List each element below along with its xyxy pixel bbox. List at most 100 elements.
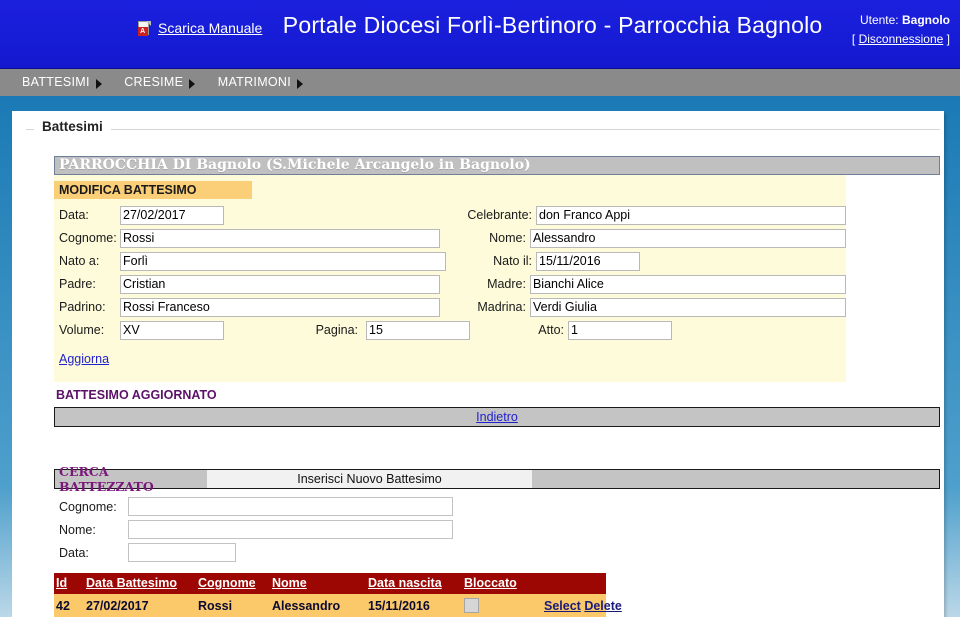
menu-item-battesimi[interactable]: BATTESIMI: [14, 69, 112, 96]
column-header-actions: [542, 573, 606, 594]
search-label-cognome: Cognome:: [59, 499, 117, 514]
label-nato-a: Nato a:: [59, 254, 100, 268]
label-madre: Madre:: [487, 277, 526, 291]
menu-item-cresime-label: CRESIME: [124, 75, 184, 89]
input-volume[interactable]: [120, 320, 224, 340]
form-row-genitori: Padre: Madre:: [54, 273, 846, 295]
column-header-cognome[interactable]: Cognome: [196, 573, 270, 594]
cell-nome: Alessandro: [270, 594, 366, 617]
menu-item-battesimi-label: BATTESIMI: [22, 75, 90, 89]
table-header-row: Id Data Battesimo Cognome Nome Data nasc…: [54, 573, 606, 594]
form-row-cognome-nome: Cognome: Nome:: [54, 227, 846, 249]
fieldset-body: PARROCCHIA DI Bagnolo (S.Michele Arcange…: [26, 130, 940, 617]
label-padrino: Padrino:: [59, 300, 106, 314]
label-data: Data:: [59, 208, 89, 222]
search-label-nome: Nome:: [59, 522, 96, 537]
form-row-volume: Volume: Pagina: Atto:: [54, 319, 846, 341]
input-nome[interactable]: [529, 228, 846, 248]
back-bar: Indietro: [54, 407, 940, 427]
search-label-data: Data:: [59, 545, 89, 560]
label-pagina: Pagina:: [315, 323, 358, 337]
cell-data-battesimo: 27/02/2017: [84, 594, 196, 617]
table-row: 42 27/02/2017 Rossi Alessandro 15/11/201…: [54, 594, 622, 617]
column-header-nome[interactable]: Nome: [270, 573, 366, 594]
form-row-data: Data: Celebrante:: [54, 204, 846, 226]
cell-actions: Select Delete: [542, 594, 622, 617]
chevron-right-icon: [189, 79, 196, 89]
column-header-data-nascita[interactable]: Data nascita: [366, 573, 462, 594]
menu-item-matrimoni-label: MATRIMONI: [217, 75, 292, 89]
input-data[interactable]: [120, 205, 224, 225]
label-atto: Atto:: [538, 323, 564, 337]
delete-link[interactable]: Delete: [584, 599, 622, 613]
input-padrino[interactable]: [120, 297, 440, 317]
main-navigation-bar: BATTESIMI CRESIME MATRIMONI: [0, 69, 960, 99]
download-manual-link[interactable]: Scarica Manuale: [158, 20, 262, 36]
search-row-cognome: Cognome:: [54, 495, 940, 518]
results-table-body: 42 27/02/2017 Rossi Alessandro 15/11/201…: [54, 594, 622, 617]
label-cognome: Cognome:: [59, 231, 117, 245]
column-header-data-battesimo[interactable]: Data Battesimo: [84, 573, 196, 594]
download-manual-group[interactable]: A Scarica Manuale: [137, 20, 262, 38]
logout-bracket-open: [: [851, 32, 856, 46]
cell-cognome: Rossi: [196, 594, 270, 617]
chevron-right-icon: [297, 79, 304, 89]
form-row-nato: Nato a: Nato il:: [54, 250, 846, 272]
column-header-id[interactable]: Id: [54, 573, 84, 594]
header-center-group: A Scarica Manuale Portale Diocesi Forlì-…: [0, 12, 960, 39]
page-frame: Battesimi PARROCCHIA DI Bagnolo (S.Miche…: [0, 99, 960, 617]
content-card: Battesimi PARROCCHIA DI Bagnolo (S.Miche…: [12, 111, 944, 617]
label-nome: Nome:: [489, 231, 526, 245]
results-table-head: Id Data Battesimo Cognome Nome Data nasc…: [54, 573, 606, 594]
input-nato-a[interactable]: [120, 251, 446, 271]
input-nato-il[interactable]: [536, 251, 640, 271]
site-header: A Scarica Manuale Portale Diocesi Forlì-…: [0, 0, 960, 69]
label-celebrante: Celebrante:: [467, 208, 532, 222]
label-volume: Volume:: [59, 323, 105, 337]
cell-data-nascita: 15/11/2016: [366, 594, 462, 617]
user-line: Utente: Bagnolo: [852, 11, 950, 30]
search-input-data[interactable]: [128, 543, 236, 562]
label-padre: Padre:: [59, 277, 96, 291]
user-name: Bagnolo: [902, 13, 950, 27]
user-prefix-label: Utente:: [859, 13, 899, 27]
form-row-padrini: Padrino: Madrina:: [54, 296, 846, 318]
results-table: Id Data Battesimo Cognome Nome Data nasc…: [54, 573, 622, 617]
modify-baptism-panel: MODIFICA BATTESIMO Data: Celebrante: Cog…: [54, 175, 846, 382]
insert-new-baptism-tab[interactable]: Inserisci Nuovo Battesimo: [207, 470, 532, 488]
input-celebrante[interactable]: [536, 205, 846, 225]
label-madrina: Madrina:: [477, 300, 526, 314]
input-atto[interactable]: [568, 320, 672, 340]
user-info-box: Utente: Bagnolo [ Disconnessione ]: [852, 11, 950, 49]
page-title: Portale Diocesi Forlì-Bertinoro - Parroc…: [282, 12, 823, 38]
label-nato-il: Nato il:: [493, 254, 532, 268]
fieldset-legend: Battesimi: [34, 119, 111, 134]
status-message: BATTESIMO AGGIORNATO: [56, 388, 217, 402]
search-row-nome: Nome:: [54, 518, 940, 541]
cell-id: 42: [54, 594, 84, 617]
search-section-bar: CERCA BATTEZZATO Inserisci Nuovo Battesi…: [54, 464, 940, 494]
input-padre[interactable]: [120, 274, 440, 294]
search-section-title: CERCA BATTEZZATO: [59, 464, 154, 494]
logout-bracket-close: ]: [946, 32, 950, 46]
input-madre[interactable]: [529, 274, 846, 294]
logout-link[interactable]: Disconnessione: [859, 32, 944, 46]
modify-baptism-title: MODIFICA BATTESIMO: [54, 181, 252, 199]
search-input-nome[interactable]: [128, 520, 453, 539]
back-link[interactable]: Indietro: [476, 410, 518, 424]
search-input-cognome[interactable]: [128, 497, 453, 516]
search-fields-group: Cognome: Nome: Data:: [54, 495, 940, 564]
parish-title-bar: PARROCCHIA DI Bagnolo (S.Michele Arcange…: [54, 156, 940, 175]
update-button[interactable]: Aggiorna: [59, 352, 109, 366]
input-cognome[interactable]: [120, 228, 440, 248]
select-link[interactable]: Select: [544, 599, 581, 613]
bloccato-checkbox[interactable]: [464, 598, 479, 613]
input-madrina[interactable]: [529, 297, 846, 317]
menu-item-matrimoni[interactable]: MATRIMONI: [210, 69, 313, 96]
input-pagina[interactable]: [366, 320, 470, 340]
battesimi-fieldset: Battesimi PARROCCHIA DI Bagnolo (S.Miche…: [26, 119, 940, 617]
search-row-data: Data:: [54, 541, 940, 564]
chevron-right-icon: [95, 79, 102, 89]
column-header-bloccato[interactable]: Bloccato: [462, 573, 542, 594]
menu-item-cresime[interactable]: CRESIME: [116, 69, 205, 96]
